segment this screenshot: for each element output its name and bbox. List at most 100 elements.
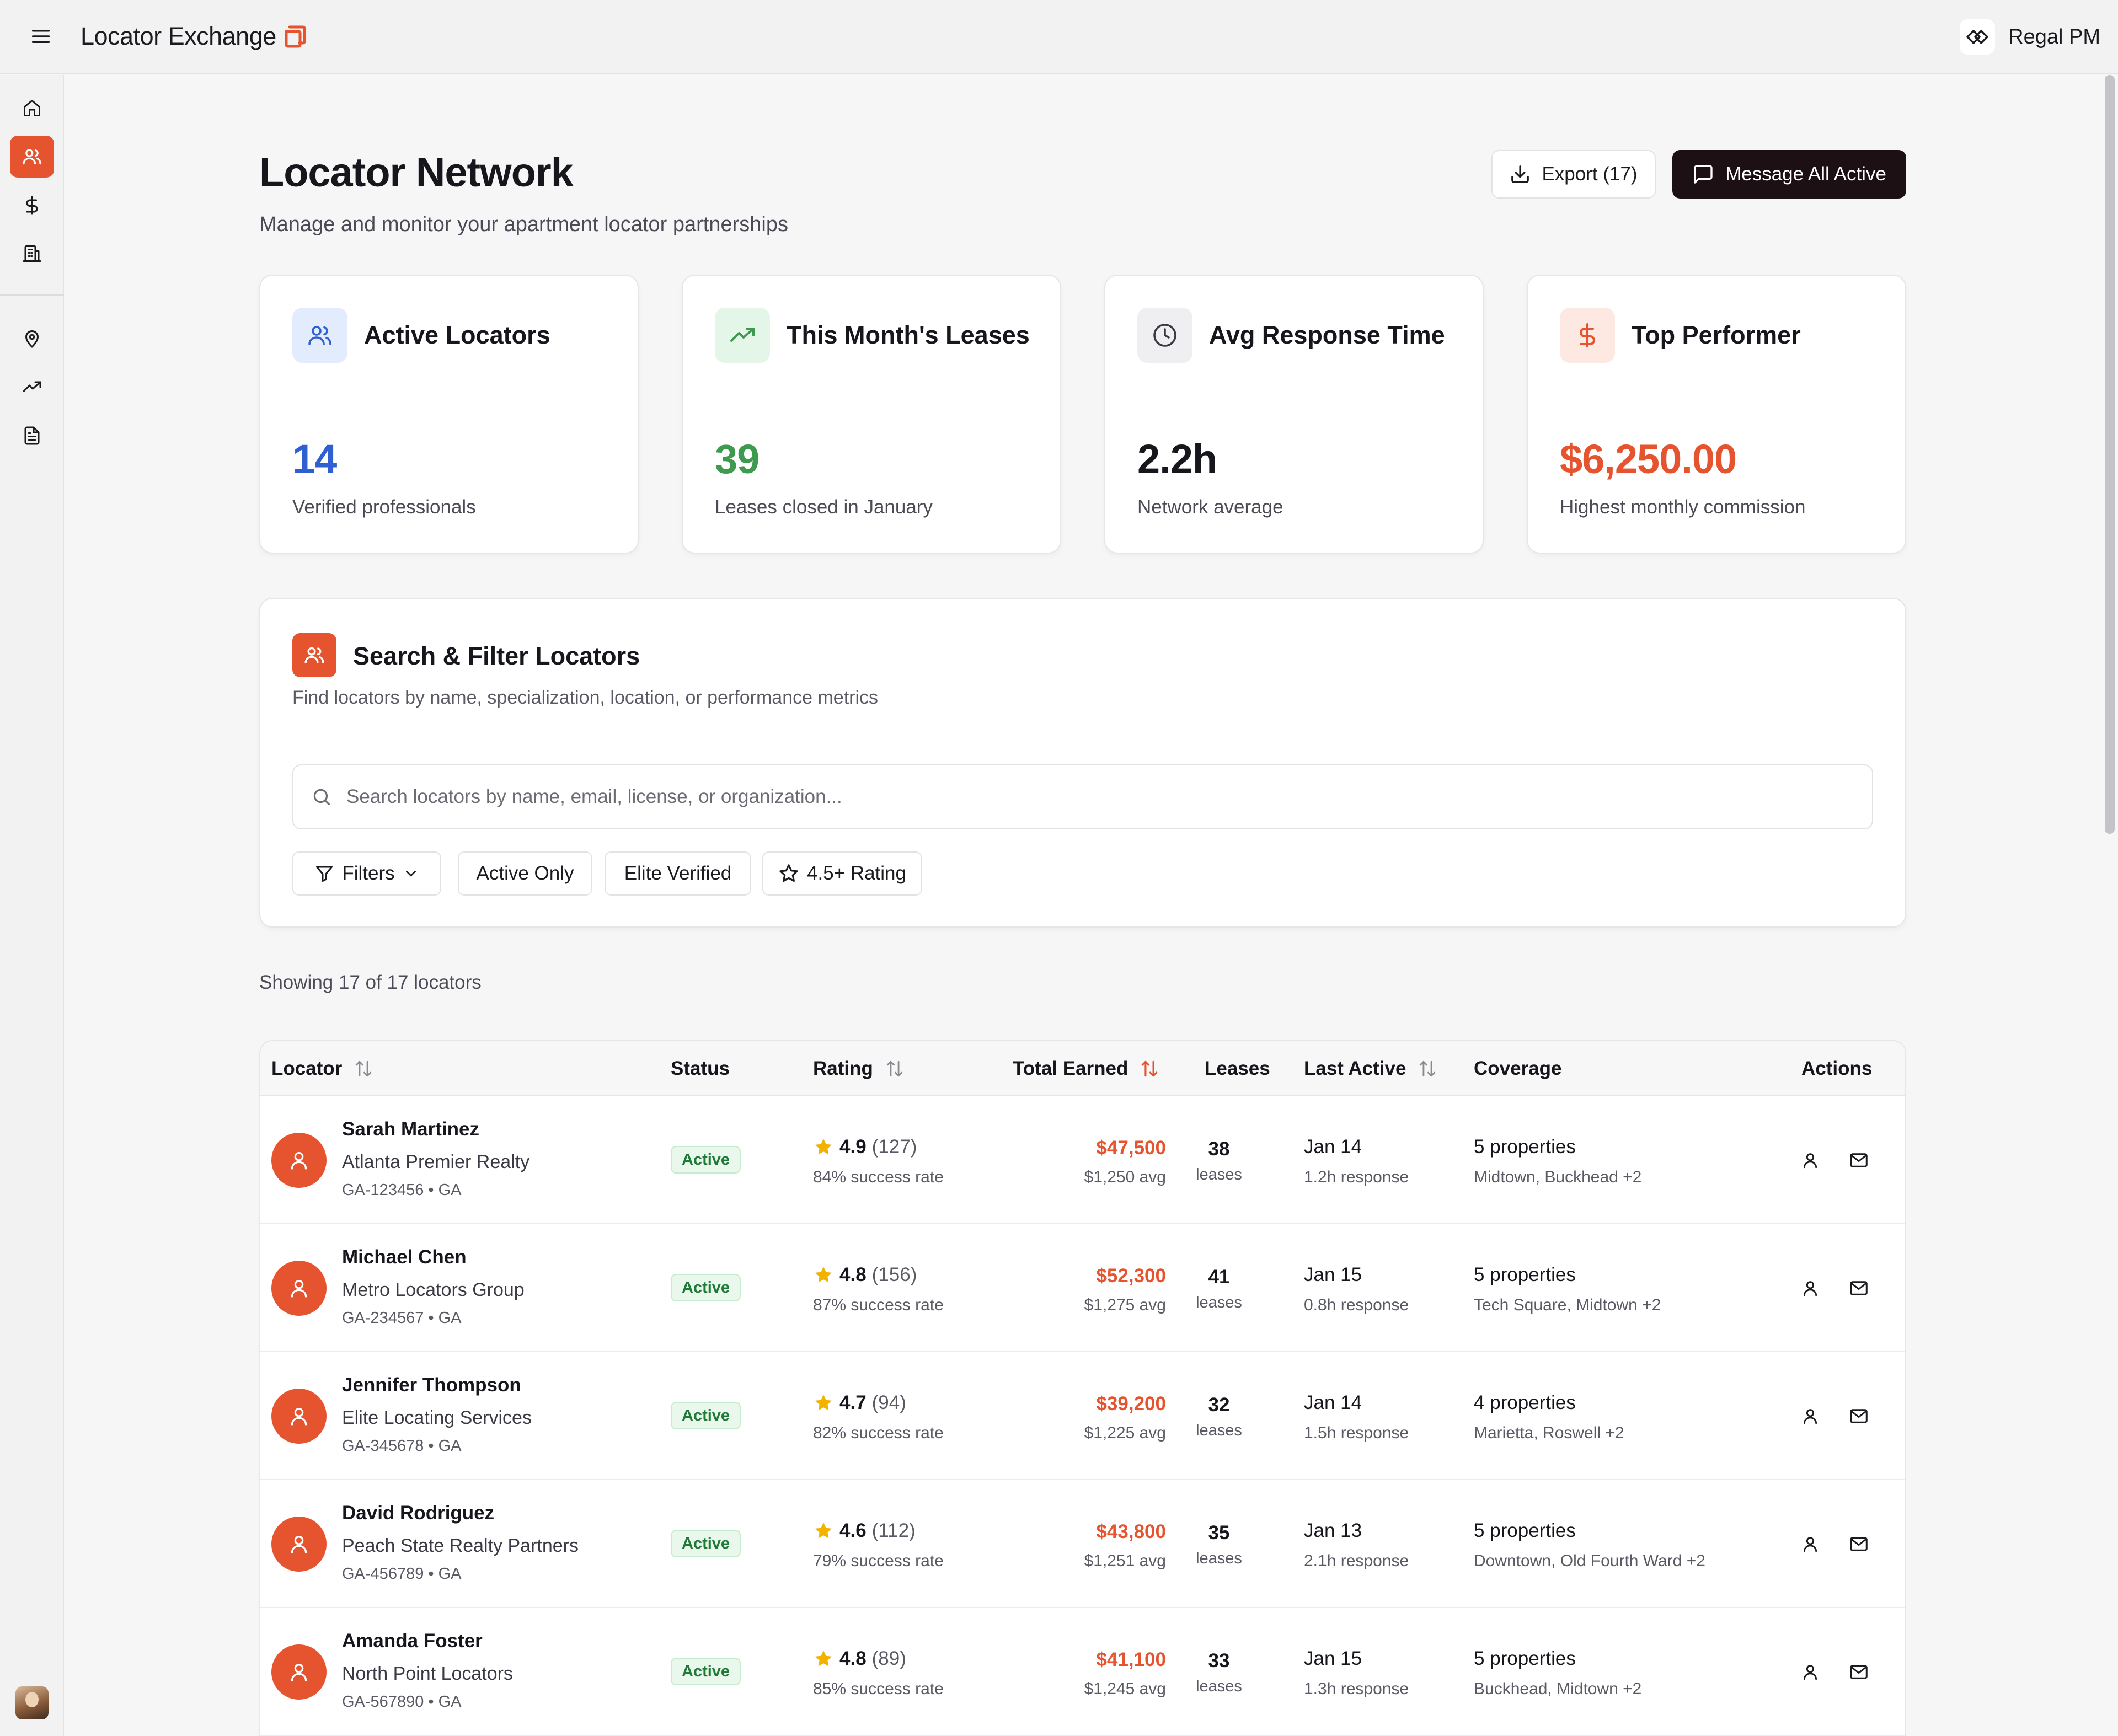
message-all-active-button[interactable]: Message All Active <box>1672 150 1906 199</box>
user-avatar[interactable] <box>15 1686 49 1719</box>
review-count: (89) <box>871 1648 906 1669</box>
success-rate: 84% success rate <box>813 1168 944 1186</box>
sidebar-item-analytics[interactable] <box>10 366 54 408</box>
sidebar-divider <box>0 294 64 296</box>
view-profile-button[interactable] <box>1795 1273 1826 1304</box>
stat-card-caption: Leases closed in January <box>715 496 933 518</box>
card-icon-box <box>715 308 770 363</box>
stat-card-caption: Network average <box>1137 496 1283 518</box>
table-row[interactable]: Amanda Foster North Point Locators GA-56… <box>260 1608 1905 1736</box>
sidebar-item-locators[interactable] <box>10 136 54 178</box>
organization-switcher[interactable]: Regal PM <box>1960 19 2100 55</box>
user-icon <box>1803 1409 1817 1424</box>
elite-verified-filter[interactable]: Elite Verified <box>605 851 751 896</box>
table-row[interactable]: David Rodriguez Peach State Realty Partn… <box>260 1480 1905 1608</box>
success-rate: 79% success rate <box>813 1552 944 1570</box>
user-icon <box>1803 1153 1817 1169</box>
total-earned: $43,800 <box>1096 1521 1166 1542</box>
building-icon <box>23 245 41 262</box>
send-email-button[interactable] <box>1843 1401 1874 1432</box>
rating-value: 4.8 <box>839 1264 867 1285</box>
send-email-button[interactable] <box>1843 1529 1874 1560</box>
scrollbar-thumb[interactable] <box>2105 75 2115 834</box>
column-label: Rating <box>813 1058 873 1079</box>
locator-organization: Metro Locators Group <box>342 1279 525 1300</box>
user-icon <box>291 1408 307 1426</box>
stat-card-title: Top Performer <box>1632 321 1801 349</box>
diamond-logo-icon <box>1966 30 1988 44</box>
view-profile-button[interactable] <box>1795 1401 1826 1432</box>
search-input[interactable] <box>346 786 1780 808</box>
response-time: 1.5h response <box>1304 1424 1409 1442</box>
sidebar-item-properties[interactable] <box>10 233 54 275</box>
active-only-label: Active Only <box>476 862 574 884</box>
filters-dropdown[interactable]: Filters <box>292 851 441 896</box>
lease-count-label: leases <box>1196 1678 1242 1695</box>
table-row[interactable]: Jennifer Thompson Elite Locating Service… <box>260 1352 1905 1480</box>
view-profile-button[interactable] <box>1795 1145 1826 1176</box>
sidebar-item-commissions[interactable] <box>10 184 54 226</box>
send-email-button[interactable] <box>1843 1145 1874 1176</box>
message-icon <box>1694 165 1713 184</box>
lease-count: 41 <box>1208 1266 1230 1288</box>
rating-filter[interactable]: 4.5+ Rating <box>762 851 922 896</box>
star-icon <box>815 1394 832 1411</box>
user-icon <box>291 1280 307 1298</box>
stat-card-caption: Highest monthly commission <box>1560 496 1806 518</box>
rating-cell: 4.7 (94) <box>813 1392 906 1414</box>
clock-icon <box>1153 324 1176 347</box>
coverage-count: 5 properties <box>1474 1520 1576 1541</box>
sort-icon <box>1420 1060 1436 1077</box>
status-badge: Active <box>671 1530 741 1557</box>
sidebar-item-home[interactable] <box>10 87 54 129</box>
view-profile-button[interactable] <box>1795 1657 1826 1687</box>
sidebar-item-reports[interactable] <box>10 415 54 457</box>
locator-name[interactable]: Amanda Foster <box>342 1630 483 1652</box>
column-header-rating[interactable]: Rating <box>813 1058 904 1080</box>
table-row[interactable]: Sarah Martinez Atlanta Premier Realty GA… <box>260 1096 1905 1224</box>
locator-name[interactable]: Jennifer Thompson <box>342 1374 521 1396</box>
stat-card-caption: Verified professionals <box>292 496 476 518</box>
export-label: Export (17) <box>1542 163 1638 185</box>
brand[interactable]: Locator Exchange <box>81 22 306 51</box>
search-box[interactable] <box>292 764 1873 829</box>
mail-icon <box>1850 1537 1868 1551</box>
average-commission: $1,275 avg <box>1084 1296 1166 1314</box>
active-only-filter[interactable]: Active Only <box>458 851 592 896</box>
status-badge: Active <box>671 1274 741 1301</box>
rating-value: 4.9 <box>839 1136 867 1158</box>
column-header-locator[interactable]: Locator <box>271 1058 373 1080</box>
export-button[interactable]: Export (17) <box>1491 150 1656 199</box>
search-icon <box>313 789 330 806</box>
locator-name[interactable]: David Rodriguez <box>342 1502 494 1524</box>
locator-organization: Elite Locating Services <box>342 1407 532 1428</box>
last-active-date: Jan 13 <box>1304 1520 1362 1541</box>
locator-organization: North Point Locators <box>342 1663 513 1684</box>
user-icon <box>1803 1281 1817 1296</box>
send-email-button[interactable] <box>1843 1273 1874 1304</box>
rating-filter-label: 4.5+ Rating <box>807 862 906 884</box>
table-row[interactable]: Michael Chen Metro Locators Group GA-234… <box>260 1224 1905 1352</box>
star-icon <box>815 1138 832 1155</box>
chevron-down-icon <box>405 870 416 877</box>
coverage-areas: Midtown, Buckhead +2 <box>1474 1168 1642 1186</box>
coverage-count: 5 properties <box>1474 1136 1576 1158</box>
lease-count: 33 <box>1208 1650 1230 1671</box>
rating-value: 4.7 <box>839 1392 867 1413</box>
column-header-last-active[interactable]: Last Active <box>1304 1058 1437 1080</box>
sidebar-item-locations[interactable] <box>10 318 54 360</box>
locator-name[interactable]: Sarah Martinez <box>342 1118 479 1140</box>
send-email-button[interactable] <box>1843 1657 1874 1687</box>
menu-button[interactable] <box>24 20 57 53</box>
stat-card-title: Active Locators <box>364 321 550 349</box>
locator-name[interactable]: Michael Chen <box>342 1246 467 1268</box>
column-label: Locator <box>271 1058 343 1079</box>
view-profile-button[interactable] <box>1795 1529 1826 1560</box>
last-active-date: Jan 15 <box>1304 1264 1362 1285</box>
stat-card-avg-response: Avg Response Time 2.2h Network average <box>1104 275 1484 554</box>
column-header-total-earned[interactable]: Total Earned <box>1013 1058 1159 1080</box>
search-filter-panel: Search & Filter Locators Find locators b… <box>259 598 1906 928</box>
filters-label: Filters <box>342 862 395 884</box>
org-name: Regal PM <box>2008 25 2100 49</box>
stat-card-value: 39 <box>715 436 760 482</box>
